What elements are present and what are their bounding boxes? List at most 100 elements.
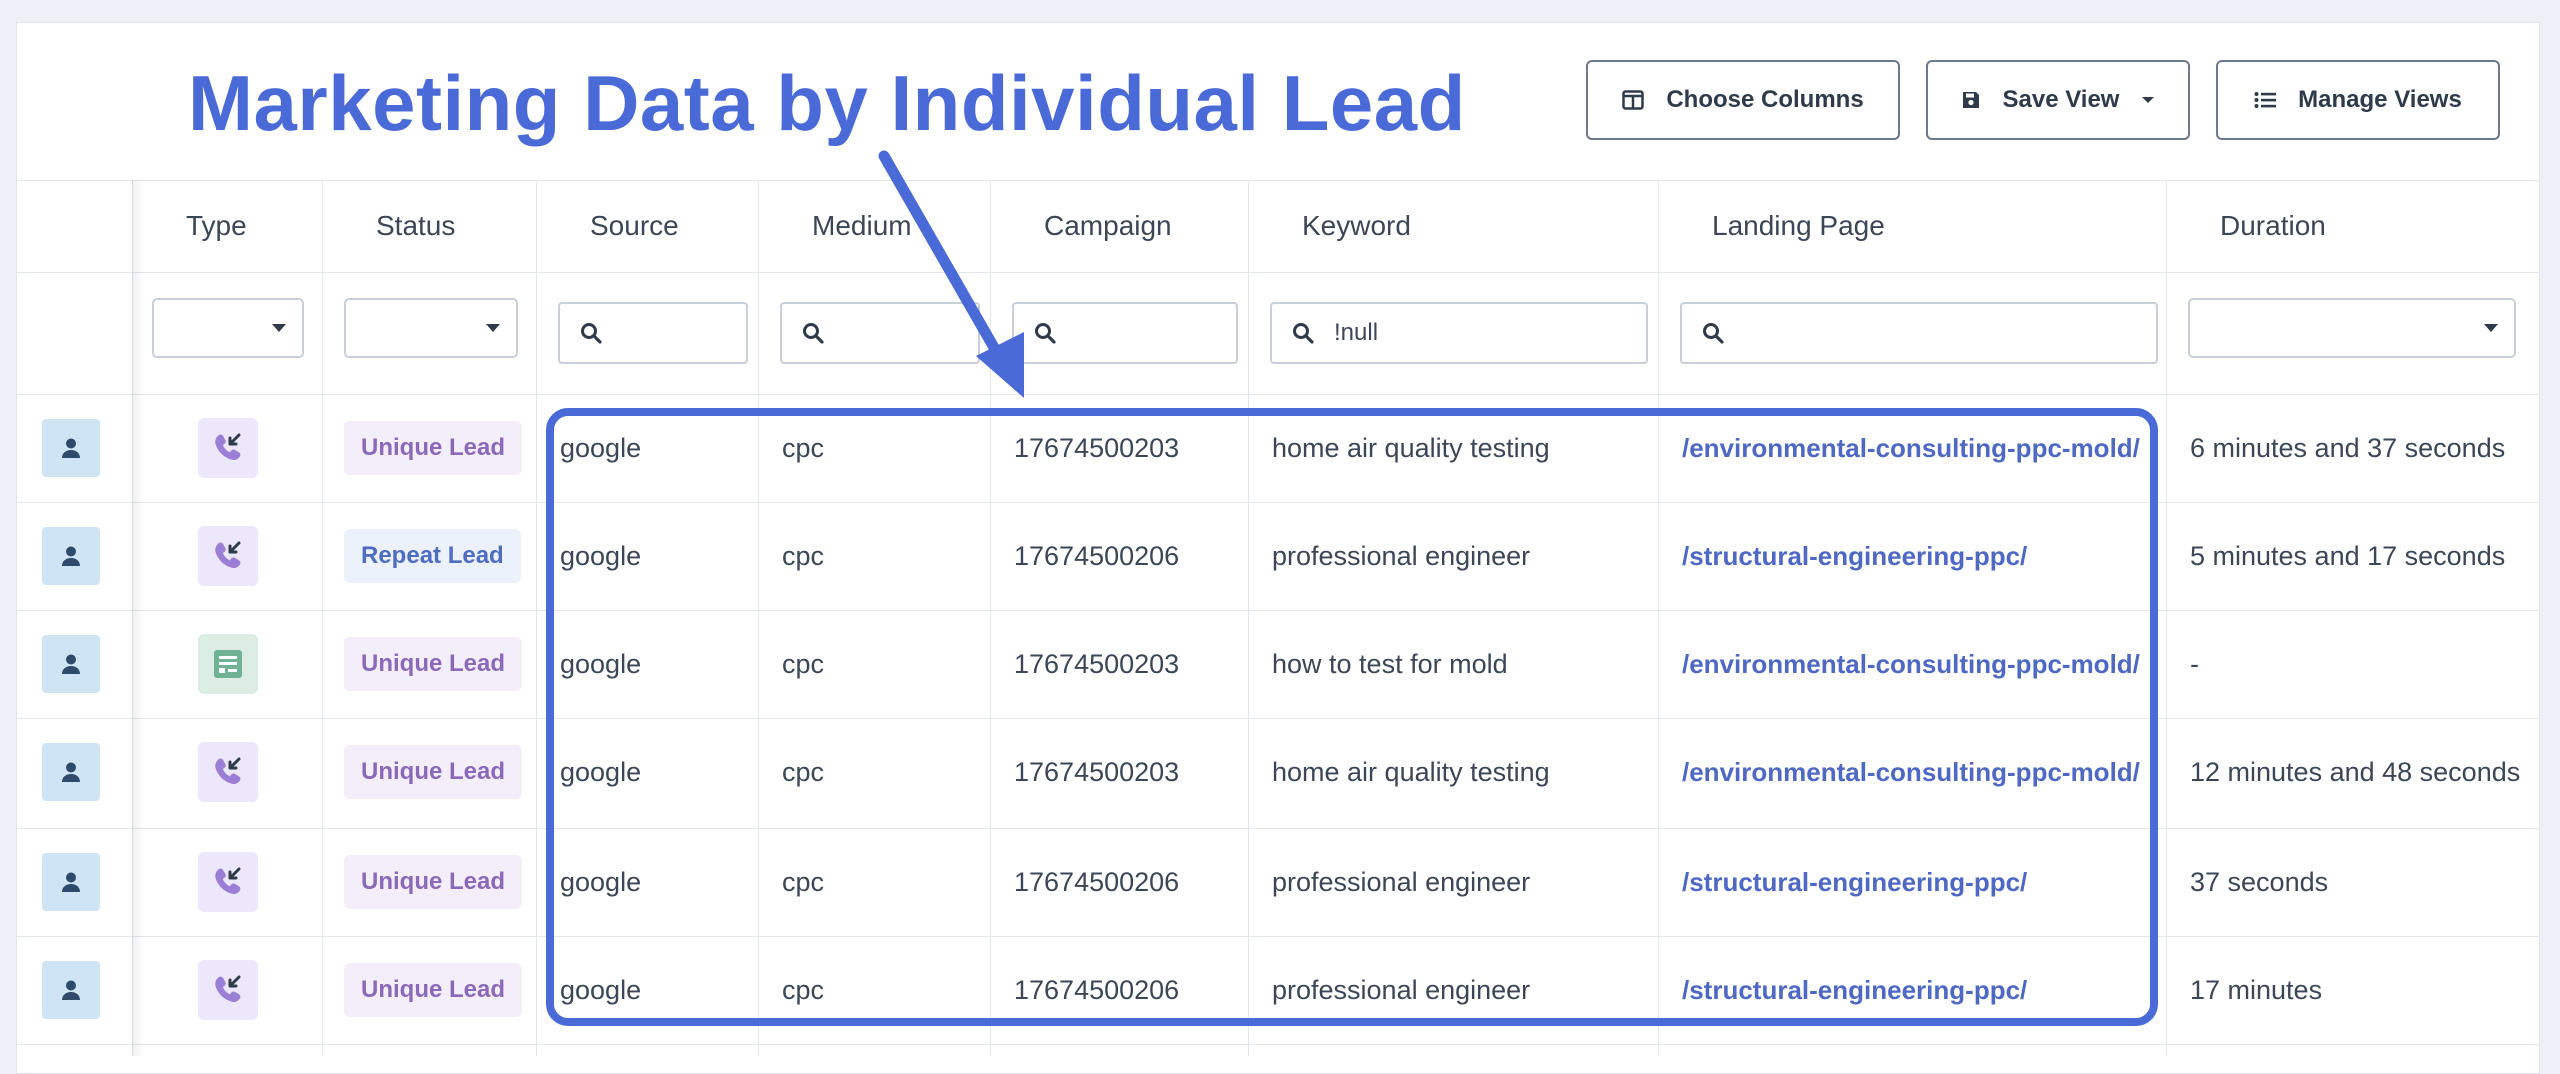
search-icon — [1703, 323, 1724, 344]
search-icon — [1035, 323, 1056, 344]
duration-filter-select[interactable] — [2188, 298, 2516, 358]
person-icon — [62, 438, 80, 458]
duration-cell: 12 minutes and 48 seconds — [2190, 756, 2521, 787]
grid-line — [16, 1044, 2538, 1045]
campaign-filter-input[interactable] — [1012, 302, 1238, 364]
grid-line — [2166, 180, 2167, 1056]
lead-profile-icon[interactable] — [42, 527, 100, 585]
type-filter-select[interactable] — [152, 298, 304, 358]
manage-views-button[interactable]: Manage Views — [2216, 60, 2500, 140]
caret-down-icon — [2142, 97, 2155, 103]
keyword-cell: home air quality testing — [1272, 432, 1550, 463]
frozen-column-shadow — [132, 180, 144, 1056]
person-icon — [62, 872, 80, 892]
column-header-campaign[interactable]: Campaign — [1044, 180, 1172, 272]
lead-profile-icon[interactable] — [42, 743, 100, 801]
column-header-status[interactable]: Status — [376, 180, 455, 272]
keyword-filter-input[interactable]: !null — [1270, 302, 1648, 364]
source-cell: google — [560, 866, 642, 897]
duration-cell: 37 seconds — [2190, 866, 2329, 897]
status-filter-select[interactable] — [344, 298, 518, 358]
search-icon — [803, 323, 824, 344]
medium-filter-input[interactable] — [780, 302, 980, 364]
column-header-keyword[interactable]: Keyword — [1302, 180, 1411, 272]
campaign-cell: 17674500203 — [1014, 648, 1180, 679]
campaign-cell: 17674500203 — [1014, 756, 1180, 787]
source-cell: google — [560, 540, 642, 571]
person-icon — [62, 762, 80, 782]
lead-profile-icon[interactable] — [42, 419, 100, 477]
caret-down-icon — [486, 324, 500, 332]
status-badge: Unique Lead — [344, 963, 523, 1017]
columns-icon — [1622, 90, 1645, 110]
keyword-cell: professional engineer — [1272, 866, 1531, 897]
grid-line — [990, 180, 991, 1056]
duration-cell: - — [2190, 648, 2199, 679]
landing-page-link[interactable]: /environmental-consulting-ppc-mold/ — [1682, 718, 2140, 826]
column-header-medium[interactable]: Medium — [812, 180, 912, 272]
column-header-landing-page[interactable]: Landing Page — [1712, 180, 1885, 272]
campaign-cell: 17674500206 — [1014, 974, 1180, 1005]
manage-views-label: Manage Views — [2298, 86, 2462, 113]
source-cell: google — [560, 756, 642, 787]
duration-cell: 6 minutes and 37 seconds — [2190, 432, 2506, 463]
landing-page-link[interactable]: /structural-engineering-ppc/ — [1682, 936, 2027, 1044]
caret-down-icon — [272, 324, 286, 332]
column-header-source[interactable]: Source — [590, 180, 679, 272]
campaign-cell: 17674500206 — [1014, 540, 1180, 571]
status-badge: Unique Lead — [344, 855, 523, 909]
list-icon — [2254, 92, 2277, 108]
medium-cell: cpc — [782, 756, 825, 787]
person-icon — [62, 654, 80, 674]
keyword-cell: home air quality testing — [1272, 756, 1550, 787]
choose-columns-label: Choose Columns — [1666, 86, 1864, 113]
save-view-label: Save View — [2002, 86, 2120, 113]
caret-down-icon — [2484, 324, 2498, 332]
grid-line — [758, 180, 759, 1056]
form-icon — [198, 634, 258, 694]
lead-profile-icon[interactable] — [42, 961, 100, 1019]
incoming-call-icon — [198, 526, 258, 586]
source-cell: google — [560, 432, 642, 463]
incoming-call-icon — [198, 960, 258, 1020]
status-badge: Unique Lead — [344, 637, 523, 691]
keyword-cell: how to test for mold — [1272, 648, 1508, 679]
duration-cell: 5 minutes and 17 seconds — [2190, 540, 2506, 571]
landing-page-link[interactable]: /environmental-consulting-ppc-mold/ — [1682, 394, 2140, 502]
column-header-type[interactable]: Type — [186, 180, 247, 272]
grid-line — [1658, 180, 1659, 1056]
landing-page-link[interactable]: /environmental-consulting-ppc-mold/ — [1682, 610, 2140, 718]
keyword-cell: professional engineer — [1272, 974, 1531, 1005]
medium-cell: cpc — [782, 974, 825, 1005]
medium-cell: cpc — [782, 432, 825, 463]
incoming-call-icon — [198, 852, 258, 912]
status-badge: Unique Lead — [344, 745, 523, 799]
source-cell: google — [560, 648, 642, 679]
column-header-duration[interactable]: Duration — [2220, 180, 2326, 272]
duration-cell: 17 minutes — [2190, 974, 2323, 1005]
lead-profile-icon[interactable] — [42, 635, 100, 693]
save-icon — [1962, 92, 1979, 108]
status-badge: Repeat Lead — [344, 529, 521, 583]
grid-line — [1248, 180, 1249, 1056]
person-icon — [62, 980, 80, 1000]
grid-line — [16, 272, 2538, 273]
person-icon — [62, 546, 80, 566]
landing-page-link[interactable]: /structural-engineering-ppc/ — [1682, 828, 2027, 936]
incoming-call-icon — [198, 418, 258, 478]
landing-page-filter-input[interactable] — [1680, 302, 2158, 364]
campaign-cell: 17674500203 — [1014, 432, 1180, 463]
save-view-button[interactable]: Save View — [1926, 60, 2190, 140]
incoming-call-icon — [198, 742, 258, 802]
choose-columns-button[interactable]: Choose Columns — [1586, 60, 1900, 140]
campaign-cell: 17674500206 — [1014, 866, 1180, 897]
keyword-cell: professional engineer — [1272, 540, 1531, 571]
medium-cell: cpc — [782, 648, 825, 679]
lead-profile-icon[interactable] — [42, 853, 100, 911]
medium-cell: cpc — [782, 866, 825, 897]
source-cell: google — [560, 974, 642, 1005]
grid-line — [536, 180, 537, 1056]
landing-page-link[interactable]: /structural-engineering-ppc/ — [1682, 502, 2027, 610]
medium-cell: cpc — [782, 540, 825, 571]
source-filter-input[interactable] — [558, 302, 748, 364]
